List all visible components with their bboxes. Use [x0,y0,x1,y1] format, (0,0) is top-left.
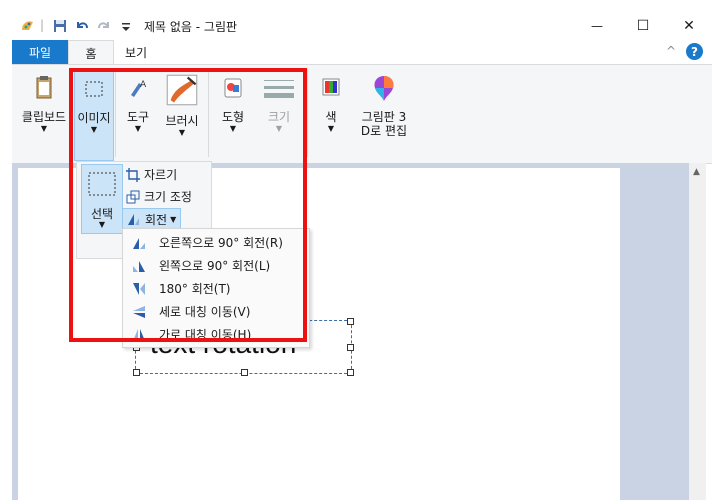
tab-file[interactable]: 파일 [12,40,68,64]
color-button[interactable]: 색 ▼ [312,69,350,159]
close-button[interactable]: ✕ [666,12,712,40]
tab-view[interactable]: 보기 [114,40,158,64]
resize-handle[interactable] [133,369,140,376]
minimize-button[interactable]: — [574,12,620,40]
color-label: 색 [325,110,337,124]
ribbon-separator [307,69,308,157]
color-palette-icon [322,78,340,96]
menu-tabs: 파일 홈 보기 ^ ? [12,40,712,65]
resize-handle[interactable] [347,369,354,376]
clipboard-label: 클립보드 [21,110,67,124]
highlight-annotation-box [69,68,307,342]
maximize-button[interactable]: ☐ [620,12,666,40]
paint3d-button[interactable]: 그림판 3 D로 편집 [354,69,414,159]
resize-handle[interactable] [347,344,354,351]
vertical-scrollbar[interactable]: ▲ [689,163,706,500]
resize-handle[interactable] [241,369,248,376]
title-bar: | 제목 없음 - 그림판 — ☐ ✕ [12,12,712,40]
redo-icon[interactable] [96,18,112,34]
divider: | [40,18,45,32]
clipboard-icon [36,76,52,99]
tab-home[interactable]: 홈 [68,40,114,65]
undo-icon[interactable] [74,18,90,34]
help-icon[interactable]: ? [686,43,703,60]
clipboard-button[interactable]: 클립보드 ▼ [18,69,70,159]
paint3d-label-line2: D로 편집 [360,124,408,138]
paint-app-icon[interactable] [20,18,36,34]
collapse-ribbon-icon[interactable]: ^ [666,44,676,58]
paint3d-label-line1: 그림판 3 [361,110,407,124]
resize-handle[interactable] [347,318,354,325]
customize-toolbar-icon[interactable] [118,18,134,34]
chevron-down-icon: ▼ [40,124,48,133]
window-title: 제목 없음 - 그림판 [144,20,238,34]
chevron-down-icon: ▼ [327,124,335,133]
scroll-up-icon[interactable]: ▲ [693,167,700,177]
paint3d-icon [374,76,394,101]
save-icon[interactable] [52,18,68,34]
